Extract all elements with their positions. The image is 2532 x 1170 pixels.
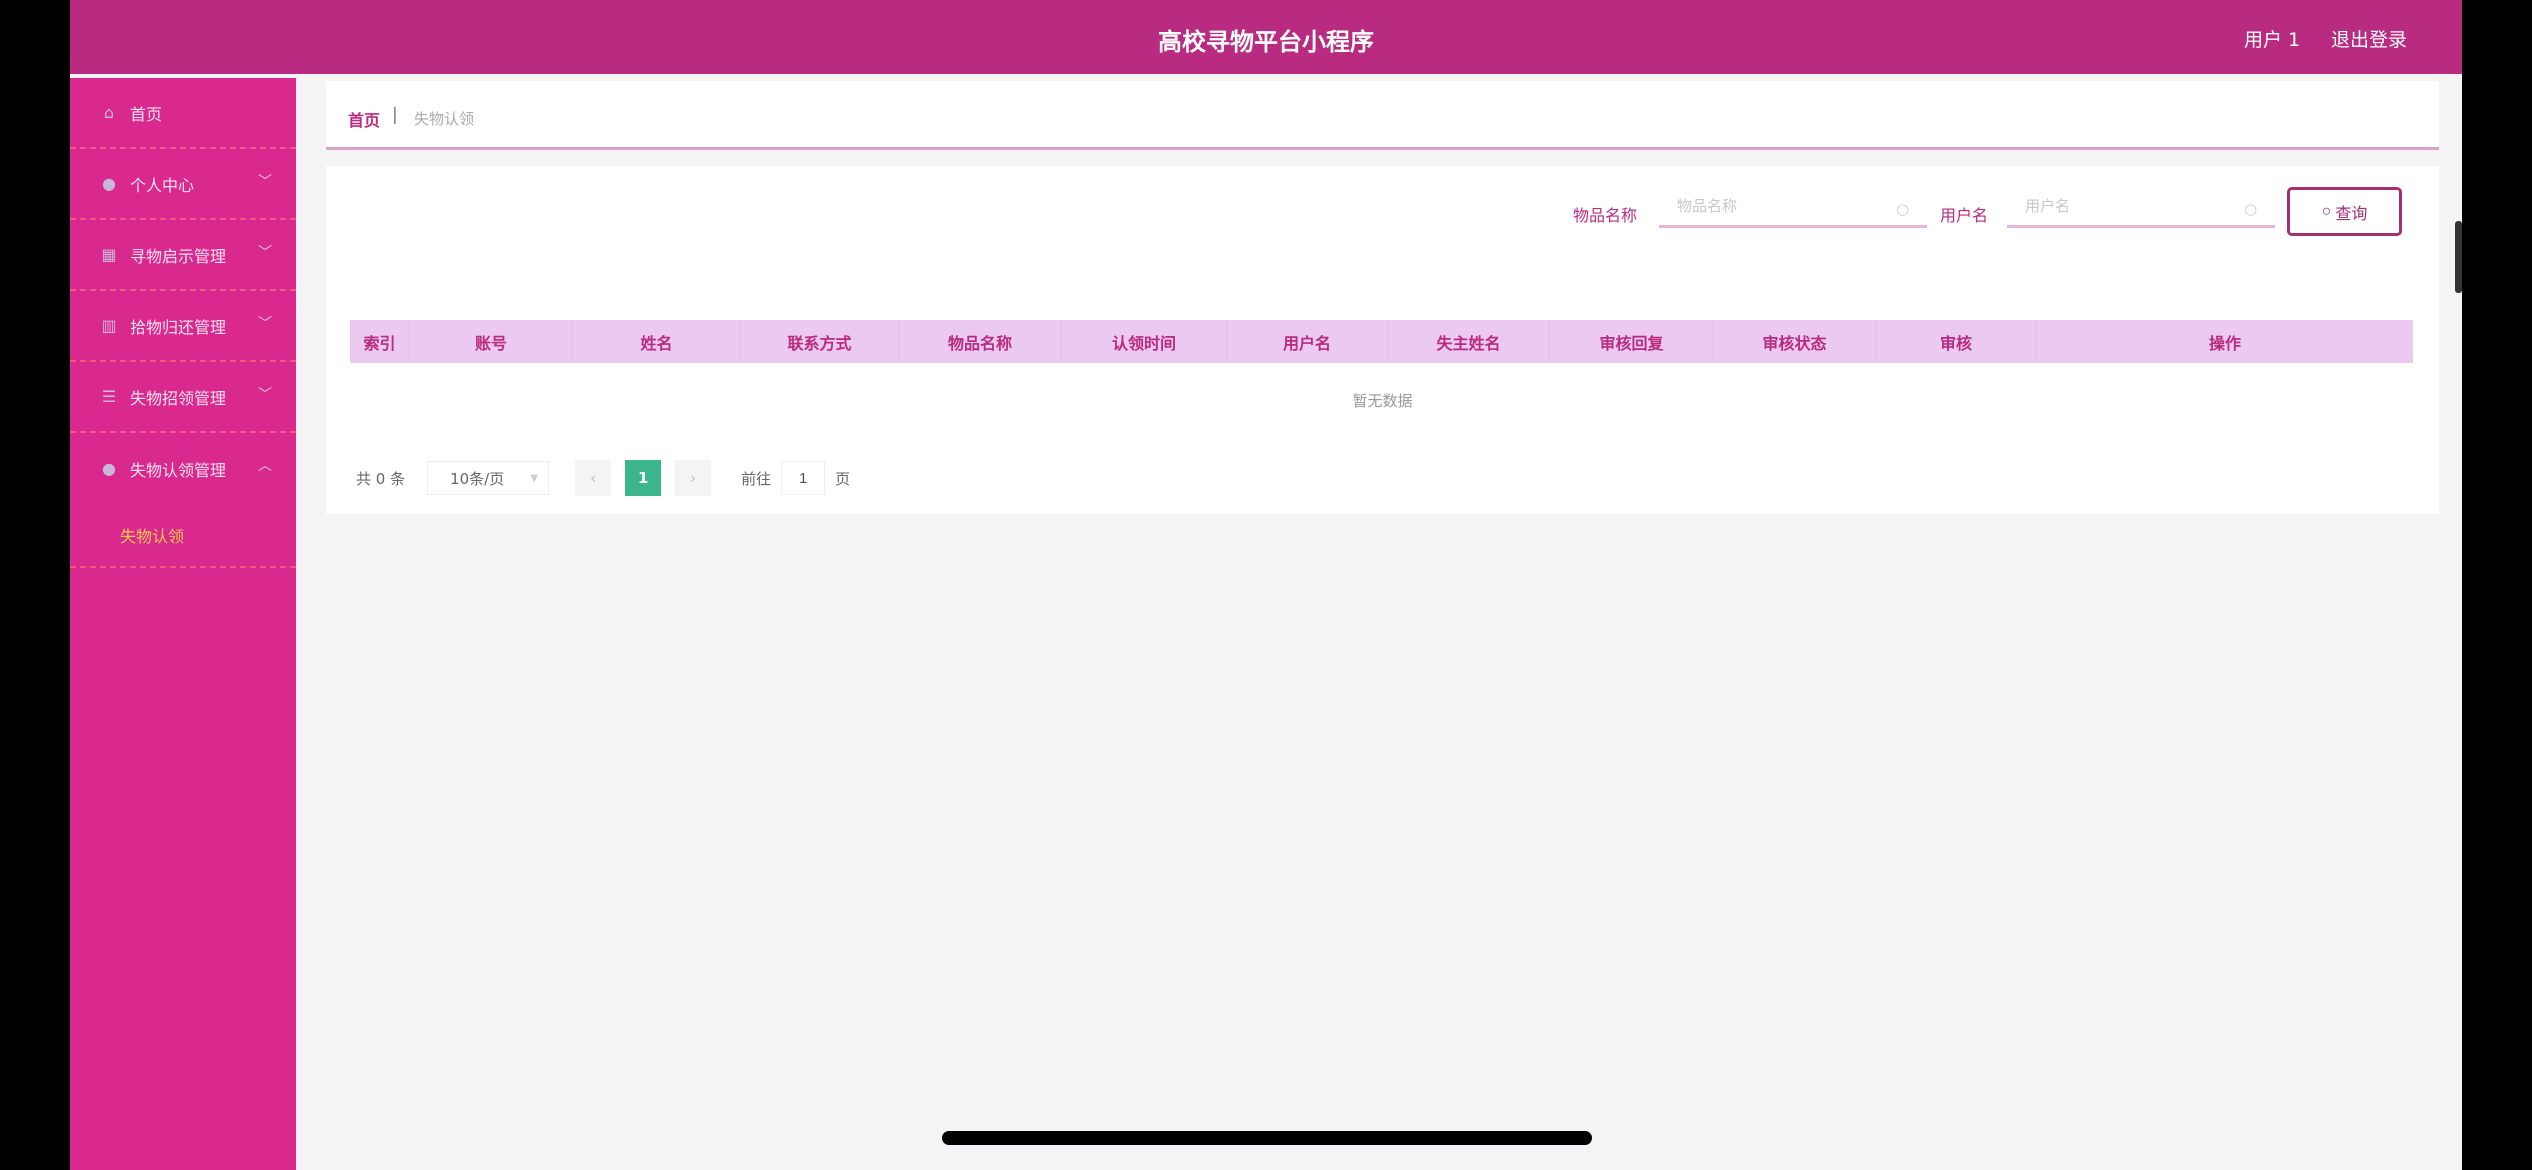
- pagination: 共 0 条 10条/页 ▼ ‹ 1 › 前往 页: [356, 460, 850, 496]
- sidebar-subitem-claim[interactable]: 失物认领: [70, 504, 296, 568]
- chevron-down-icon: ▼: [530, 472, 539, 484]
- home-indicator[interactable]: [942, 1131, 1592, 1145]
- chart-icon: ▥: [101, 315, 117, 335]
- breadcrumb-current: 失物认领: [414, 110, 475, 128]
- sidebar-item-label: 失物招领管理: [130, 388, 227, 408]
- sidebar-item-claim[interactable]: ● 失物认领管理 ︿: [70, 433, 296, 504]
- sidebar-item-personal-center[interactable]: ● 个人中心 ﹀: [70, 149, 296, 220]
- home-icon: ⌂: [103, 102, 115, 122]
- logout-link[interactable]: 退出登录: [2331, 25, 2407, 52]
- column-header: 审核回复: [1550, 320, 1714, 363]
- sidebar-item-found-return[interactable]: ▥ 拾物归还管理 ﹀: [70, 291, 296, 362]
- scrollbar[interactable]: [2455, 221, 2462, 293]
- content-card: 物品名称 ○ 用户名 ○ ○查询 索引 账号 姓名 联系方式 物品名称 认领时间…: [326, 166, 2439, 514]
- grid-icon: ▦: [101, 244, 117, 264]
- sidebar-item-lost-notice[interactable]: ▦ 寻物启示管理 ﹀: [70, 220, 296, 291]
- page-size-select[interactable]: 10条/页 ▼: [427, 461, 550, 495]
- sidebar-item-label: 拾物归还管理: [130, 317, 227, 337]
- query-button[interactable]: ○ 查询: [2287, 187, 2402, 236]
- breadcrumb-separator: |: [392, 105, 398, 125]
- chevron-down-icon: ﹀: [258, 387, 272, 403]
- table-header: 索引 账号 姓名 联系方式 物品名称 认领时间 用户名 失主姓名 审核回复 审核…: [350, 320, 2413, 363]
- next-page-button[interactable]: ›: [675, 460, 712, 496]
- sidebar-item-label: 寻物启示管理: [130, 246, 227, 266]
- chevron-down-icon: ﹀: [258, 245, 272, 261]
- sidebar-item-home[interactable]: ⌂ 首页: [70, 78, 296, 149]
- chevron-right-icon: ›: [690, 469, 697, 487]
- username-input[interactable]: [2007, 188, 2275, 228]
- column-header: 账号: [410, 320, 573, 363]
- header: 高校寻物平台小程序 用户 1 退出登录: [70, 0, 2462, 74]
- list-icon: ☰: [101, 386, 117, 406]
- current-user: 用户 1: [2244, 29, 2301, 51]
- sidebar-item-lost-found[interactable]: ☰ 失物招领管理 ﹀: [70, 362, 296, 433]
- user-icon: ●: [102, 173, 116, 193]
- column-header: 失主姓名: [1388, 320, 1550, 363]
- column-header: 索引: [350, 320, 410, 363]
- column-header: 操作: [2208, 333, 2241, 353]
- prev-page-button[interactable]: ‹: [575, 460, 612, 496]
- column-header: 审核状态: [1714, 320, 1876, 363]
- column-header: 认领时间: [1062, 320, 1227, 363]
- column-header: 联系方式: [741, 320, 899, 363]
- sidebar: ⌂ 首页 ● 个人中心 ﹀ ▦ 寻物启示管理 ﹀ ▥ 拾物归还管理 ﹀ ☰ 失物招领管理 ﹀ ● 失…: [70, 78, 296, 1170]
- sidebar-item-label: 首页: [130, 104, 163, 124]
- item-name-label: 物品名称: [1573, 206, 1638, 225]
- empty-state: 暂无数据: [1352, 392, 1413, 410]
- chevron-up-icon: ︿: [258, 458, 272, 474]
- sidebar-item-label: 失物认领管理: [130, 460, 227, 480]
- column-header: 物品名称: [899, 320, 1062, 363]
- chevron-down-icon: ﹀: [258, 316, 272, 332]
- column-header: 用户名: [1227, 320, 1388, 363]
- app-title: 高校寻物平台小程序: [1158, 28, 1374, 56]
- chevron-left-icon: ‹: [590, 469, 597, 487]
- page-suffix: 页: [835, 469, 851, 488]
- search-icon: ○: [2244, 200, 2258, 218]
- chevron-down-icon: ﹀: [258, 174, 272, 190]
- total-count: 共 0 条: [356, 469, 406, 488]
- search-icon: ○: [2321, 202, 2332, 220]
- sidebar-item-label: 个人中心: [130, 175, 195, 195]
- query-button-label: 查询: [2335, 205, 2368, 223]
- goto-page-input[interactable]: [781, 461, 826, 495]
- breadcrumb-home[interactable]: 首页: [348, 107, 380, 131]
- column-header: 审核: [1876, 320, 2037, 363]
- breadcrumb: 首页 | 失物认领: [326, 81, 2439, 150]
- username-label: 用户名: [1940, 206, 1989, 225]
- app: 高校寻物平台小程序 用户 1 退出登录 ⌂ 首页 ● 个人中心 ﹀ ▦ 寻物启示管理 ﹀ …: [70, 0, 2462, 1170]
- column-header: 姓名: [573, 320, 741, 363]
- item-name-input[interactable]: [1659, 188, 1927, 228]
- page-size-value: 10条/页: [450, 469, 505, 488]
- search-icon: ○: [1896, 200, 1910, 218]
- goto-label: 前往: [741, 469, 772, 488]
- user-icon: ●: [102, 458, 116, 478]
- page-number-1[interactable]: 1: [625, 460, 662, 496]
